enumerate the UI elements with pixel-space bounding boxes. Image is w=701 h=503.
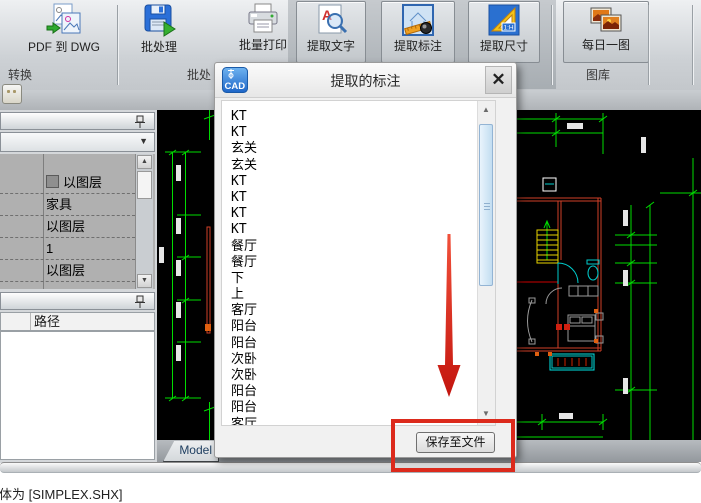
property-row[interactable]: 以图层 — [0, 260, 135, 282]
group-label-batch: 批处 — [187, 66, 211, 83]
pdf-to-dwg-label: PDF 到 DWG — [10, 38, 118, 55]
extract-text-icon: A — [314, 4, 348, 36]
dimension-icon-text: 1:H — [504, 25, 514, 32]
dialog-title-bar[interactable]: CAD 提取的标注 ✕ — [215, 63, 516, 98]
layer-dropdown[interactable]: ▼ — [0, 132, 155, 152]
batch-process-button[interactable]: 批处理 — [127, 1, 191, 61]
dropdown-arrow-icon[interactable]: ▼ — [139, 136, 148, 146]
group-label-convert: 转换 — [8, 66, 32, 83]
path-panel-header[interactable] — [0, 292, 155, 310]
list-item[interactable]: KT — [222, 109, 472, 125]
color-swatch — [46, 175, 59, 188]
extract-dimension-label: 提取尺寸 — [469, 37, 539, 54]
properties-panel-header[interactable] — [0, 112, 155, 130]
extract-dimension-button[interactable]: 1:H 提取尺寸 — [468, 1, 540, 63]
pdf-to-dwg-icon — [46, 3, 82, 37]
list-item[interactable]: 玄关 — [222, 158, 472, 174]
list-item[interactable]: KT — [222, 125, 472, 141]
pin-icon[interactable] — [134, 295, 146, 309]
batch-print-icon — [245, 3, 281, 35]
status-text: 字体为 [SIMPLEX.SHX] — [0, 484, 123, 503]
ribbon-separator — [648, 5, 649, 85]
dialog-scrollbar[interactable]: ▲ ▼ — [477, 101, 495, 425]
pin-icon[interactable] — [134, 115, 146, 129]
list-item[interactable]: KT — [222, 174, 472, 190]
daily-drawing-label: 每日一图 — [564, 36, 648, 53]
dialog-title: 提取的标注 — [215, 71, 516, 91]
ribbon-separator — [551, 5, 552, 85]
property-row[interactable]: 家具 — [0, 194, 135, 216]
extract-annotation-label: 提取标注 — [382, 37, 454, 54]
extract-text-label: 提取文字 — [297, 37, 365, 54]
list-item[interactable]: KT — [222, 190, 472, 206]
batch-process-icon — [142, 3, 176, 37]
scroll-up-icon[interactable]: ▲ — [137, 155, 152, 169]
daily-drawing-icon — [589, 4, 623, 35]
red-arrow-annotation — [429, 234, 469, 400]
scrollbar-thumb[interactable] — [137, 171, 152, 199]
extract-annotation-button[interactable]: 提取标注 — [381, 1, 455, 63]
pdf-to-dwg-button[interactable]: PDF 到 DWG — [10, 1, 118, 61]
daily-drawing-button[interactable]: 每日一图 — [563, 1, 649, 63]
extract-annotation-icon — [402, 4, 434, 36]
thumb-grip — [484, 203, 490, 212]
property-grid[interactable]: 以图层 家具 以图层 1 以图层 ▲ ▼ — [0, 154, 155, 289]
column-divider — [30, 313, 31, 330]
extracted-annotations-dialog: CAD 提取的标注 ✕ KTKT玄关玄关KTKTKTKT餐厅餐厅下上客厅阳台阳台… — [214, 62, 517, 458]
list-item[interactable]: 玄关 — [222, 141, 472, 157]
property-row[interactable]: 1 — [0, 238, 135, 260]
batch-process-label: 批处理 — [127, 38, 191, 55]
scroll-down-icon[interactable]: ▼ — [137, 274, 152, 288]
grid-scrollbar[interactable]: ▲ ▼ — [135, 154, 153, 289]
batch-print-button[interactable]: 批量打印 — [230, 1, 296, 61]
highlight-box-annotation — [391, 419, 515, 472]
property-row[interactable]: 以图层 — [0, 172, 135, 194]
batch-print-label: 批量打印 — [230, 36, 296, 53]
extract-text-button[interactable]: A 提取文字 — [296, 1, 366, 63]
list-item[interactable]: KT — [222, 206, 472, 222]
command-splitter-bar[interactable] — [0, 462, 701, 473]
close-icon[interactable]: ✕ — [485, 66, 512, 94]
group-label-gallery: 图库 — [586, 66, 610, 83]
property-row[interactable]: 以图层 — [0, 216, 135, 238]
path-list-area[interactable] — [0, 331, 155, 460]
path-header-label: 路径 — [34, 313, 60, 330]
status-bar: 字体为 [SIMPLEX.SHX] — [0, 473, 701, 499]
path-column-header[interactable]: 路径 — [0, 312, 155, 331]
quick-toolbar-fragment-icon — [2, 84, 22, 104]
list-item[interactable]: 阳台 — [222, 400, 472, 416]
extract-dimension-icon: 1:H — [488, 4, 520, 36]
ribbon-separator — [692, 5, 693, 85]
ribbon-separator — [117, 5, 118, 85]
scroll-up-icon[interactable]: ▲ — [478, 102, 494, 119]
scrollbar-thumb[interactable] — [479, 124, 493, 286]
